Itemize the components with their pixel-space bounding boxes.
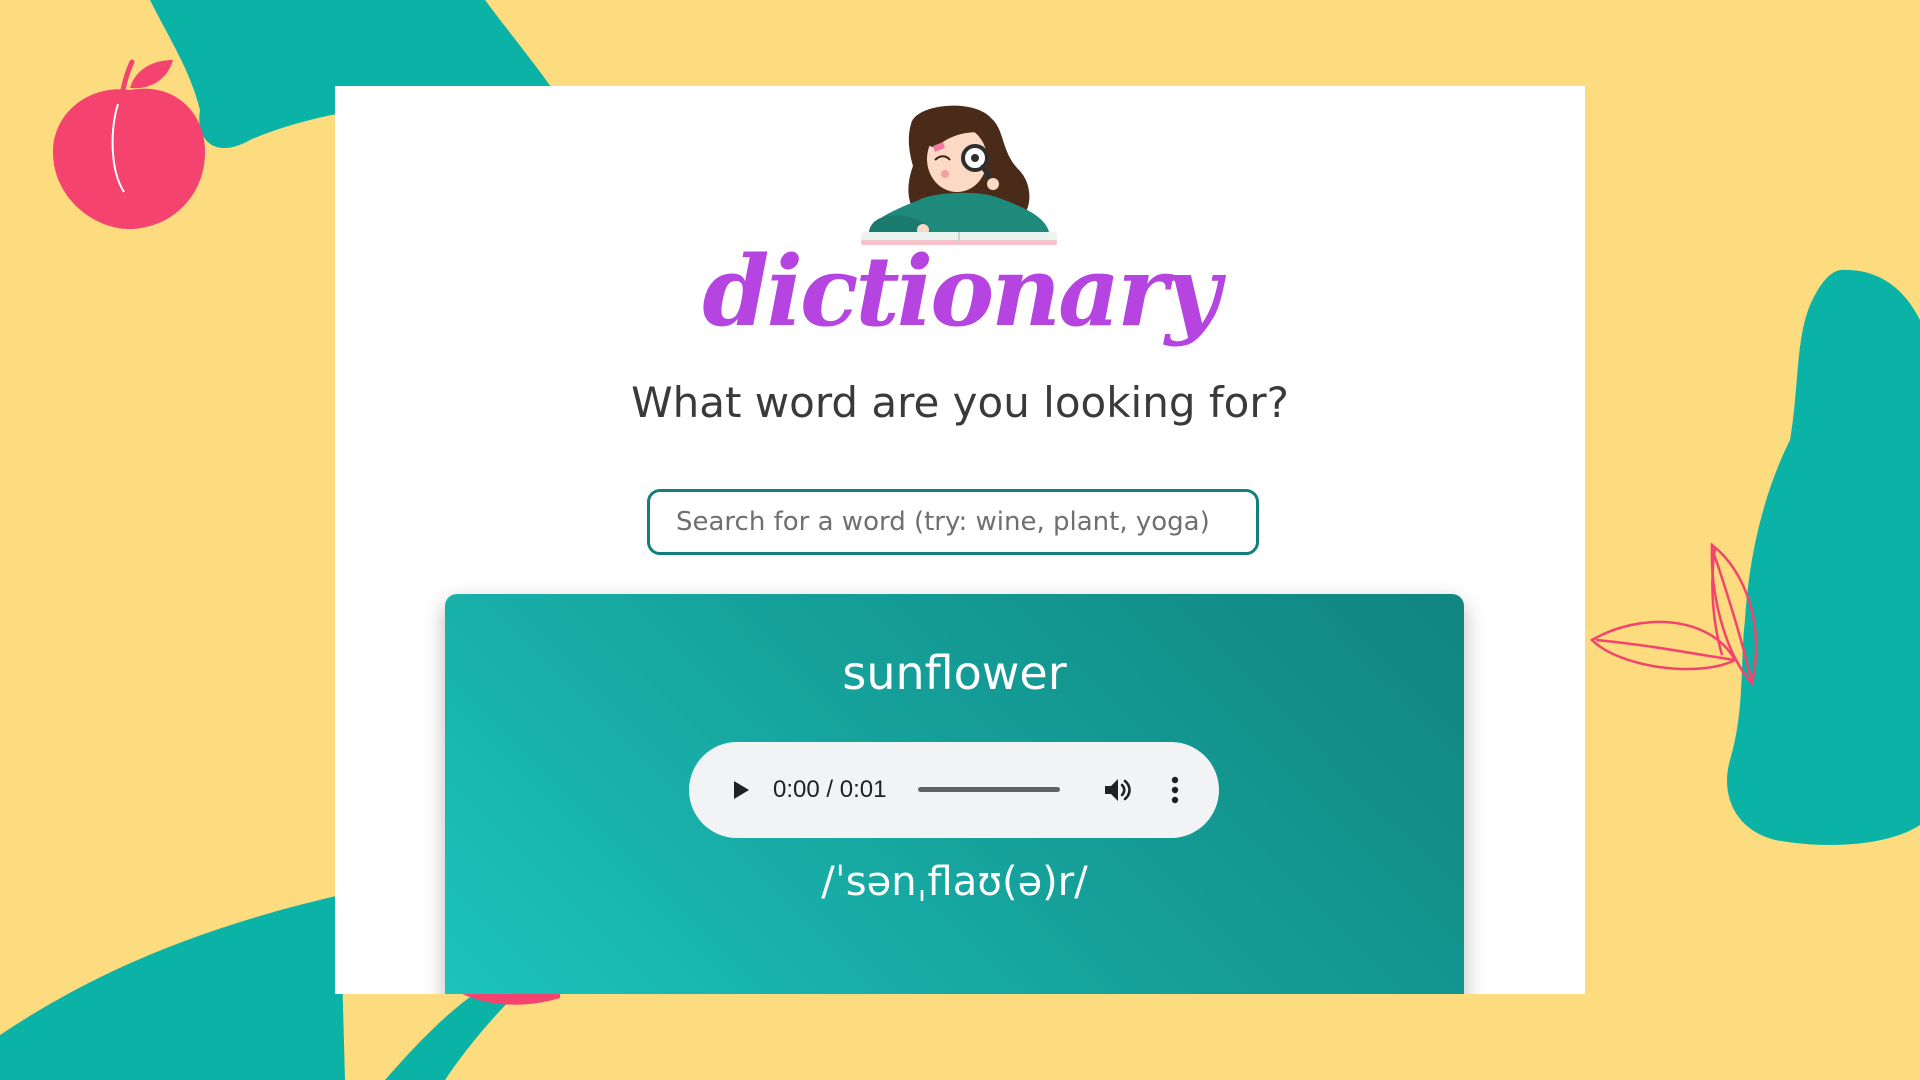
brand-title: dictionary — [702, 235, 1220, 348]
girl-with-magnifier-illustration — [861, 105, 1057, 245]
play-icon[interactable] — [725, 775, 755, 805]
search-input[interactable] — [647, 489, 1259, 555]
audio-time-display: 0:00 / 0:01 — [773, 776, 887, 803]
stage: dictionary What word are you looking for… — [0, 0, 1920, 1080]
audio-player: 0:00 / 0:01 — [689, 742, 1219, 838]
more-vertical-icon[interactable] — [1169, 774, 1181, 806]
phonetic-transcription: /ˈsənˌflaʊ(ə)r/ — [821, 859, 1088, 905]
audio-progress-slider[interactable] — [918, 787, 1060, 792]
result-word: sunflower — [842, 646, 1067, 700]
dictionary-app: dictionary What word are you looking for… — [335, 86, 1585, 994]
result-card: sunflower 0:00 / 0:01 /ˈsənˌflaʊ(ə)r/ — [445, 594, 1464, 994]
volume-icon[interactable] — [1101, 774, 1133, 806]
page-tagline: What word are you looking for? — [631, 378, 1289, 427]
